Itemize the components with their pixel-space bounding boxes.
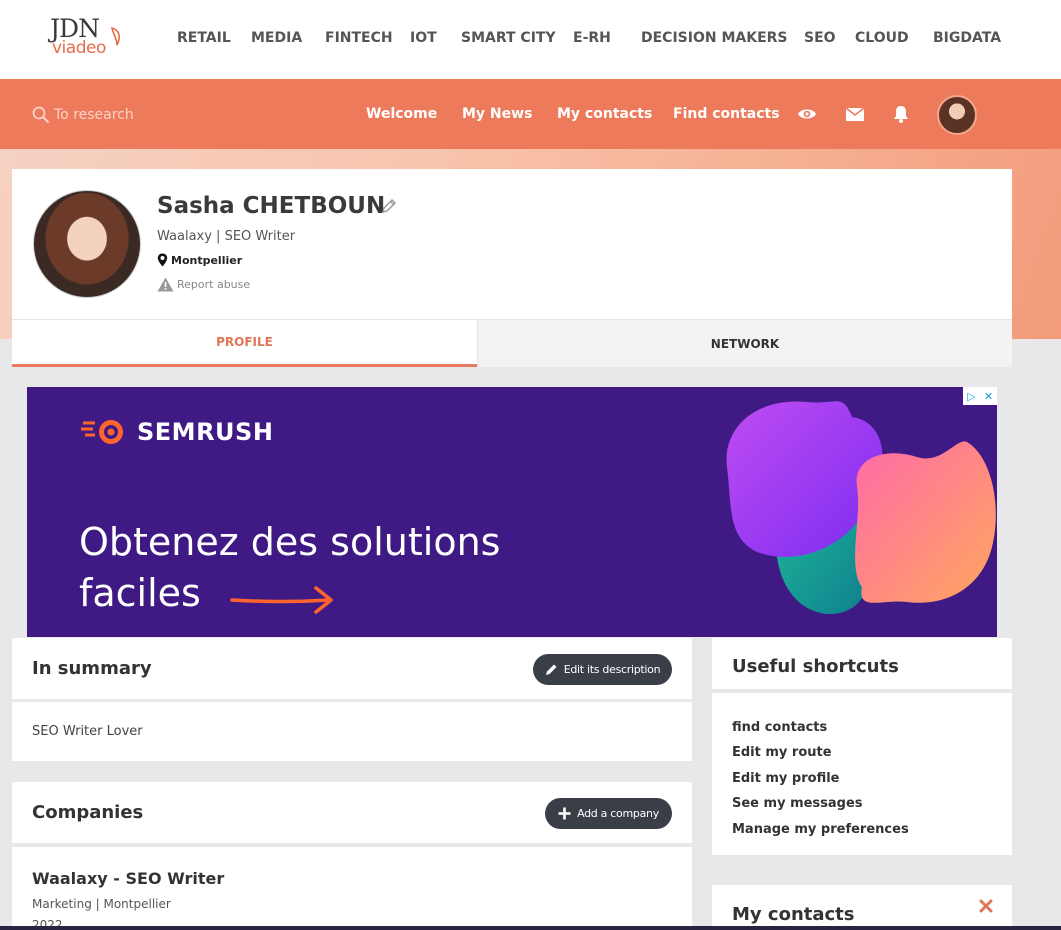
ad-headline-line1: Obtenez des solutions	[79, 520, 501, 564]
search-box[interactable]: To research	[32, 105, 134, 125]
edit-description-button[interactable]: Edit its description	[533, 654, 672, 685]
summary-text: SEO Writer Lover	[32, 724, 143, 739]
add-company-button[interactable]: Add a company	[545, 798, 672, 829]
search-placeholder: To research	[54, 107, 134, 123]
my-contacts-title: My contacts	[732, 904, 855, 925]
profile-card: Sasha CHETBOUN Waalaxy | SEO Writer Mont…	[12, 169, 1012, 367]
semrush-brand-text: SEMRUSH	[137, 418, 274, 446]
tab-network[interactable]: NETWORK	[477, 320, 1012, 367]
ad-bubbles-illustration	[726, 401, 996, 615]
shortcuts-title: Useful shortcuts	[732, 656, 899, 677]
location-pin-icon	[157, 253, 168, 267]
my-contacts-card: My contacts	[712, 885, 1012, 930]
close-icon[interactable]	[979, 899, 993, 913]
shortcuts-body-card: find contacts Edit my route Edit my prof…	[712, 693, 1012, 855]
report-abuse-text: Report abuse	[177, 278, 251, 291]
jdn-viadeo-logo[interactable]: JDN viadeo	[48, 14, 130, 64]
topnav-fintech[interactable]: FINTECH	[325, 30, 393, 46]
nav-my-news[interactable]: My News	[462, 106, 532, 122]
topnav-iot[interactable]: IOT	[410, 30, 437, 46]
plus-icon	[558, 807, 571, 820]
ad-choices-badge[interactable]: ▷ ✕	[963, 387, 997, 405]
eye-icon[interactable]	[797, 104, 817, 124]
profile-avatar[interactable]	[33, 190, 141, 298]
bottom-edge	[0, 926, 1061, 930]
pencil-icon	[545, 664, 557, 675]
topnav-media[interactable]: MEDIA	[251, 30, 302, 46]
topnav-e-rh[interactable]: E-RH	[573, 30, 611, 46]
ad-arrow-icon	[230, 586, 333, 614]
topnav-seo[interactable]: SEO	[804, 30, 836, 46]
shortcut-manage-preferences[interactable]: Manage my preferences	[732, 817, 909, 842]
search-icon	[32, 106, 50, 124]
semrush-logo: SEMRUSH	[81, 417, 273, 447]
profile-location-text: Montpellier	[171, 253, 243, 267]
edit-pencil-icon[interactable]	[380, 197, 398, 215]
edit-description-label: Edit its description	[563, 663, 661, 676]
shortcut-edit-route[interactable]: Edit my route	[732, 740, 909, 765]
top-header: JDN viadeo RETAIL MEDIA FINTECH IOT SMAR…	[0, 0, 1061, 79]
summary-body-card: SEO Writer Lover	[12, 702, 692, 761]
user-navigation-bar: To research Welcome My News My contacts …	[0, 79, 1061, 149]
logo-viadeo-text: viadeo	[52, 38, 106, 58]
profile-name: Sasha CHETBOUN	[157, 193, 386, 219]
topnav-cloud[interactable]: CLOUD	[855, 30, 909, 46]
company-name[interactable]: Waalaxy - SEO Writer	[32, 869, 224, 888]
nav-find-contacts[interactable]: Find contacts	[673, 106, 780, 122]
company-meta: Marketing | Montpellier	[32, 897, 171, 911]
ad-info-icon[interactable]: ▷	[963, 387, 980, 405]
topnav-retail[interactable]: RETAIL	[177, 30, 231, 46]
companies-title: Companies	[32, 802, 144, 823]
shortcuts-header-card: Useful shortcuts	[712, 638, 1012, 689]
ad-headline: Obtenez des solutions faciles	[79, 517, 599, 619]
bell-icon[interactable]	[891, 104, 911, 124]
envelope-icon[interactable]	[845, 104, 865, 124]
add-company-label: Add a company	[577, 807, 659, 820]
summary-header-card: In summary Edit its description	[12, 638, 692, 699]
profile-tabs: PROFILE NETWORK	[12, 319, 1012, 367]
tab-profile[interactable]: PROFILE	[12, 320, 477, 367]
companies-header-card: Companies Add a company	[12, 782, 692, 843]
semrush-advertisement[interactable]: SEMRUSH Obtenez des solutions faciles ▷ …	[27, 387, 997, 637]
nav-welcome[interactable]: Welcome	[366, 106, 437, 122]
profile-job: Waalaxy | SEO Writer	[157, 229, 296, 244]
topnav-smart-city[interactable]: SMART CITY	[461, 30, 556, 46]
user-avatar[interactable]	[937, 95, 977, 135]
leaf-icon	[110, 26, 120, 46]
ad-close-icon[interactable]: ✕	[980, 387, 997, 405]
company-list: Waalaxy - SEO Writer Marketing | Montpel…	[12, 847, 692, 930]
topnav-bigdata[interactable]: BIGDATA	[933, 30, 1001, 46]
profile-location: Montpellier	[157, 253, 242, 267]
nav-my-contacts[interactable]: My contacts	[557, 106, 652, 122]
shortcut-edit-profile[interactable]: Edit my profile	[732, 766, 909, 791]
shortcut-find-contacts[interactable]: find contacts	[732, 715, 909, 740]
warning-icon	[157, 277, 174, 292]
topnav-decision-makers[interactable]: DECISION MAKERS	[641, 30, 788, 46]
shortcut-list: find contacts Edit my route Edit my prof…	[732, 715, 909, 842]
semrush-fire-icon	[81, 420, 123, 444]
summary-title: In summary	[32, 658, 152, 679]
report-abuse-link[interactable]: Report abuse	[157, 277, 250, 292]
ad-headline-line2: faciles	[79, 571, 201, 615]
shortcut-see-messages[interactable]: See my messages	[732, 791, 909, 816]
